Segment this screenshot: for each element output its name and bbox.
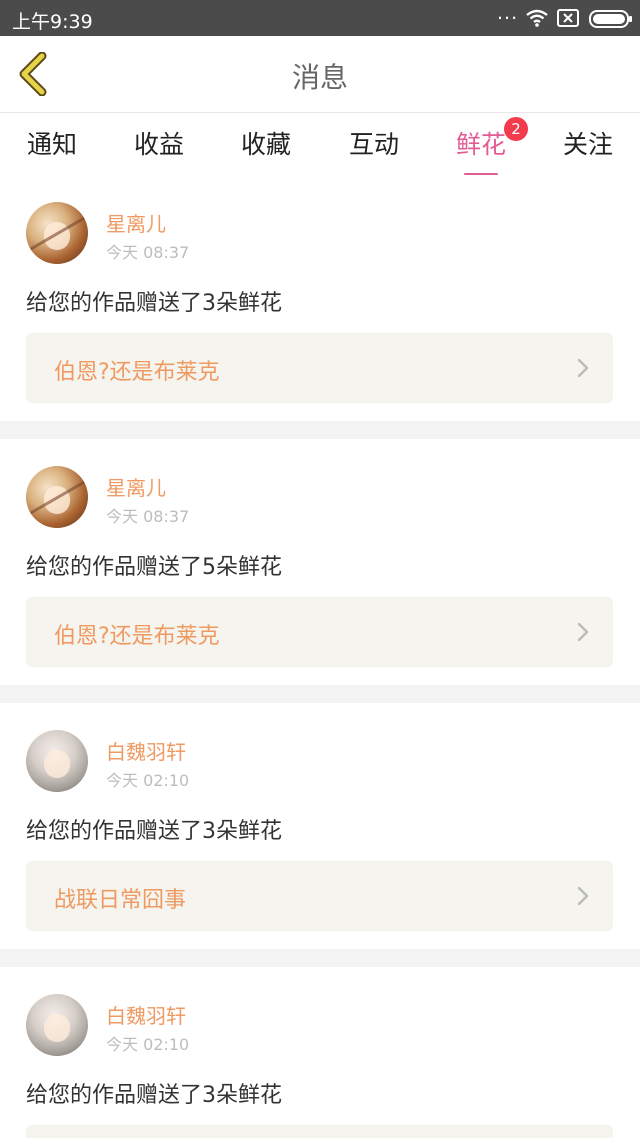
message-card: 白魏羽轩 今天 02:10 给您的作品赠送了3朵鲜花	[0, 967, 640, 1138]
message-card: 星离儿 今天 08:37 给您的作品赠送了5朵鲜花 伯恩?还是布莱克	[0, 439, 640, 685]
page-title: 消息	[291, 61, 348, 94]
tab-bar: 通知 收益 收藏 互动 鲜花 2 关注	[0, 113, 640, 176]
work-title: 伯恩?还是布莱克	[54, 360, 220, 385]
username[interactable]: 白魏羽轩	[106, 1000, 186, 1029]
avatar[interactable]	[26, 466, 88, 528]
timestamp: 今天 02:10	[106, 1035, 190, 1054]
message-card: 星离儿 今天 08:37 给您的作品赠送了3朵鲜花 伯恩?还是布莱克	[0, 175, 640, 421]
username[interactable]: 白魏羽轩	[106, 736, 186, 765]
avatar-face	[44, 750, 70, 778]
chevron-right-icon	[577, 622, 589, 646]
divider	[0, 949, 640, 967]
tab-label: 收益	[133, 130, 184, 159]
username[interactable]: 星离儿	[106, 208, 166, 237]
sim-x-icon	[557, 9, 579, 31]
chevron-right-icon	[577, 886, 589, 910]
app-header: 消息	[0, 36, 640, 113]
work-title: 伯恩?还是布莱克	[54, 624, 220, 649]
work-link[interactable]	[26, 1125, 613, 1138]
timestamp: 今天 02:10	[106, 771, 190, 790]
timestamp: 今天 08:37	[106, 507, 190, 526]
message-text: 给您的作品赠送了5朵鲜花	[26, 555, 282, 580]
message-text: 给您的作品赠送了3朵鲜花	[26, 291, 282, 316]
status-time: 上午9:39	[12, 11, 93, 33]
tab-label: 鲜花	[455, 130, 506, 159]
message-card: 白魏羽轩 今天 02:10 给您的作品赠送了3朵鲜花 战联日常囧事	[0, 703, 640, 949]
wifi-icon	[525, 8, 549, 32]
avatar-face	[44, 1014, 70, 1042]
chevron-right-icon	[577, 358, 589, 382]
status-dots: ...	[497, 2, 519, 24]
message-text: 给您的作品赠送了3朵鲜花	[26, 819, 282, 844]
tab-notifications[interactable]: 通知	[12, 125, 92, 169]
battery-icon	[589, 10, 633, 32]
divider	[0, 421, 640, 439]
divider	[0, 685, 640, 703]
work-link[interactable]: 伯恩?还是布莱克	[26, 333, 613, 403]
tab-favorites[interactable]: 收藏	[226, 125, 306, 169]
work-title: 战联日常囧事	[54, 888, 187, 913]
work-link[interactable]: 伯恩?还是布莱克	[26, 597, 613, 667]
tab-flowers[interactable]: 鲜花 2	[441, 117, 528, 176]
tab-follows[interactable]: 关注	[548, 125, 628, 169]
avatar[interactable]	[26, 730, 88, 792]
tab-earnings[interactable]: 收益	[119, 125, 199, 169]
tab-interactions[interactable]: 互动	[334, 125, 414, 169]
work-link[interactable]: 战联日常囧事	[26, 861, 613, 931]
avatar[interactable]	[26, 202, 88, 264]
timestamp: 今天 08:37	[106, 243, 190, 262]
tab-label: 通知	[26, 130, 77, 159]
tab-label: 互动	[348, 130, 399, 159]
unread-badge: 2	[504, 117, 528, 141]
tab-label: 收藏	[240, 130, 291, 159]
message-text: 给您的作品赠送了3朵鲜花	[26, 1083, 282, 1108]
tab-label: 关注	[562, 130, 613, 159]
status-bar: 上午9:39 ...	[0, 0, 640, 36]
avatar[interactable]	[26, 994, 88, 1056]
username[interactable]: 星离儿	[106, 472, 166, 501]
